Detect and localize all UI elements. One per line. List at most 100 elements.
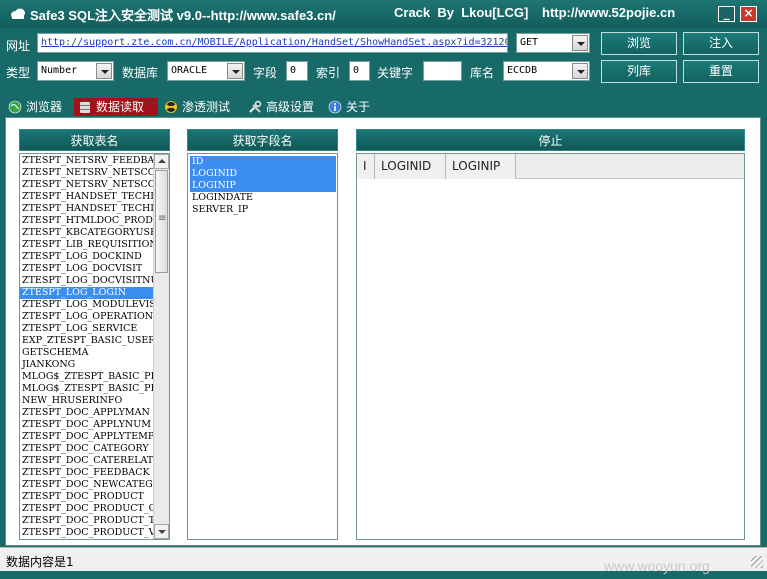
tab-label: 数据读取 [96, 100, 145, 114]
database-value: ORACLE [171, 65, 208, 76]
table-list-item[interactable]: GETSCHEMA [20, 347, 154, 359]
database-select[interactable]: ORACLE [167, 61, 245, 81]
table-list-item[interactable]: NEW_HRUSERINFO [20, 395, 154, 407]
tables-listbox[interactable]: ZTESPT_NETSRV_FEEDBACKZTESPT_NETSRV_NETS… [19, 153, 170, 540]
table-list-item[interactable]: ZTESPT_LOG_LOGIN [20, 287, 154, 299]
table-list-item[interactable]: ZTESPT_LOG_DOCVISITNUM [20, 275, 154, 287]
index-input[interactable]: 0 [349, 61, 370, 81]
dbname-value: ECCDB [507, 65, 538, 76]
table-list-item[interactable]: ZTESPT_DOC_PRODUCT [20, 491, 154, 503]
table-list-item[interactable]: ZTESPT_LOG_DOCVISIT [20, 263, 154, 275]
main-window: Safe3 SQL注入安全测试 v9.0--http://www.safe3.c… [0, 0, 767, 579]
title-bar[interactable]: Safe3 SQL注入安全测试 v9.0--http://www.safe3.c… [0, 0, 767, 28]
browse-button[interactable]: 浏览 [601, 32, 677, 55]
data-grid[interactable]: I LOGINID LOGINIP [356, 153, 745, 540]
table-list-item[interactable]: ZTESPT_DOC_CATEGORY [20, 443, 154, 455]
table-list-item[interactable]: ZTESPT_HANDSET_TECHDOC [20, 191, 154, 203]
chevron-down-icon[interactable] [572, 35, 588, 51]
table-list-item[interactable]: ZTESPT_NETSRV_NETSCORE [20, 167, 154, 179]
table-list-item[interactable]: ZTESPT_DOC_NEWCATEGORY [20, 479, 154, 491]
watermark: www.wooyun.org [604, 558, 710, 574]
type-select[interactable]: Number [37, 61, 114, 81]
status-text: 数据内容是1 [6, 555, 74, 569]
grid-column-header[interactable]: LOGINIP [446, 154, 516, 179]
reset-button[interactable]: 重置 [683, 60, 759, 83]
stop-button[interactable]: 停止 [356, 129, 745, 151]
field-list-item[interactable]: LOGINIP [190, 180, 336, 192]
table-list-item[interactable]: JIANKONG [20, 359, 154, 371]
resize-grip-icon[interactable] [751, 556, 763, 568]
tab-advanced[interactable]: 高级设置 [244, 98, 322, 116]
table-list-item[interactable]: ZTESPT_NETSRV_FEEDBACK [20, 155, 154, 167]
type-value: Number [41, 65, 78, 76]
chevron-down-icon[interactable] [572, 63, 588, 79]
app-cloud-icon [11, 8, 25, 19]
chevron-down-icon[interactable] [96, 63, 112, 79]
url-label: 网址 [6, 39, 31, 53]
fields-items: ID LOGINID LOGINIP LOGINDATE SERVER_IP [190, 156, 336, 216]
tools-icon [249, 100, 262, 113]
fields-listbox[interactable]: ID LOGINID LOGINIP LOGINDATE SERVER_IP [187, 153, 338, 540]
radiation-icon [165, 101, 177, 113]
tab-data-read[interactable]: 数据读取 [74, 98, 158, 116]
scroll-down-icon[interactable] [154, 524, 169, 539]
table-list-item[interactable]: ZTESPT_DOC_PRODUCT_VAL [20, 527, 154, 539]
table-list-item[interactable]: ZTESPT_DOC_PRODUCT_OLD [20, 503, 154, 515]
index-label: 索引 [316, 66, 341, 80]
field-list-item[interactable]: LOGINDATE [190, 192, 336, 204]
method-value: GET [520, 37, 539, 48]
scroll-thumb[interactable] [155, 170, 168, 273]
table-list-item[interactable]: MLOG$_ZTESPT_BASIC_PRO [20, 383, 154, 395]
chevron-down-icon[interactable] [227, 63, 243, 79]
table-list-item[interactable]: ZTESPT_LIB_REQUISITION [20, 239, 154, 251]
inject-button[interactable]: 注入 [683, 32, 759, 55]
method-select[interactable]: GET [516, 33, 590, 53]
tab-pentest[interactable]: 渗透测试 [160, 98, 242, 116]
table-list-item[interactable]: ZTESPT_LOG_DOCKIND [20, 251, 154, 263]
get-fields-button[interactable]: 获取字段名 [187, 129, 338, 151]
keyword-input[interactable] [423, 61, 462, 81]
dbname-select[interactable]: ECCDB [503, 61, 590, 81]
table-list-item[interactable]: ZTESPT_LOG_OPERATION [20, 311, 154, 323]
table-list-item[interactable]: ZTESPT_LOG_SERVICE [20, 323, 154, 335]
tab-about[interactable]: 关于 [324, 98, 380, 116]
tab-label: 关于 [346, 100, 371, 114]
table-list-item[interactable]: ZTESPT_LOG_MODULEVISIT [20, 299, 154, 311]
globe-icon [8, 100, 22, 114]
tables-scrollbar[interactable] [153, 154, 169, 539]
list-db-button[interactable]: 列库 [601, 60, 677, 83]
table-list-item[interactable]: ZTESPT_HTMLDOC_PRODUCT [20, 215, 154, 227]
tab-label: 浏览器 [26, 100, 63, 114]
table-list-item[interactable]: ZTESPT_DOC_CATERELATIO [20, 455, 154, 467]
tab-label: 渗透测试 [182, 100, 231, 114]
grid-column-header[interactable]: LOGINID [375, 154, 446, 179]
table-list-item[interactable]: ZTESPT_HANDSET_TECHDOC [20, 203, 154, 215]
scroll-up-icon[interactable] [154, 154, 169, 169]
tab-strip: 浏览器 数据读取 渗透测试 高级设置 关于 [4, 98, 380, 118]
table-list-item[interactable]: ZTESPT_DOC_APPLYNUM [20, 419, 154, 431]
get-tables-button[interactable]: 获取表名 [19, 129, 170, 151]
table-list-item[interactable]: ZTESPT_DOC_APPLYTEMP [20, 431, 154, 443]
table-list-item[interactable]: ZTESPT_NETSRV_NETSCORE [20, 179, 154, 191]
table-list-item[interactable]: ZTESPT_DOC_FEEDBACK [20, 467, 154, 479]
table-list-item[interactable]: ZTESPT_KBCATEGORYUSERS [20, 227, 154, 239]
table-list-item[interactable]: MLOG$_ZTESPT_BASIC_PDM [20, 371, 154, 383]
info-icon [328, 100, 342, 114]
field-list-item[interactable]: SERVER_IP [190, 204, 336, 216]
field-label: 字段 [253, 66, 278, 80]
site-credit: http://www.52pojie.cn [542, 5, 676, 20]
field-list-item[interactable]: ID [190, 156, 336, 168]
minimize-button[interactable]: _ [718, 6, 735, 22]
url-input[interactable]: http://support.zte.com.cn/MOBILE/Applica… [37, 33, 508, 53]
keyword-label: 关键字 [377, 66, 414, 80]
table-list-item[interactable]: ZTESPT_DOC_PRODUCT_TEM [20, 515, 154, 527]
close-button[interactable]: × [740, 6, 757, 22]
tab-label: 高级设置 [266, 100, 315, 114]
table-list-item[interactable]: ZTESPT_DOC_APPLYMAN [20, 407, 154, 419]
tab-browser[interactable]: 浏览器 [4, 98, 72, 116]
crack-credit: Crack By Lkou[LCG] [394, 5, 529, 20]
field-input[interactable]: 0 [286, 61, 308, 81]
field-list-item[interactable]: LOGINID [190, 168, 336, 180]
grid-column-header[interactable]: I [357, 154, 375, 179]
table-list-item[interactable]: EXP_ZTESPT_BASIC_USERI [20, 335, 154, 347]
